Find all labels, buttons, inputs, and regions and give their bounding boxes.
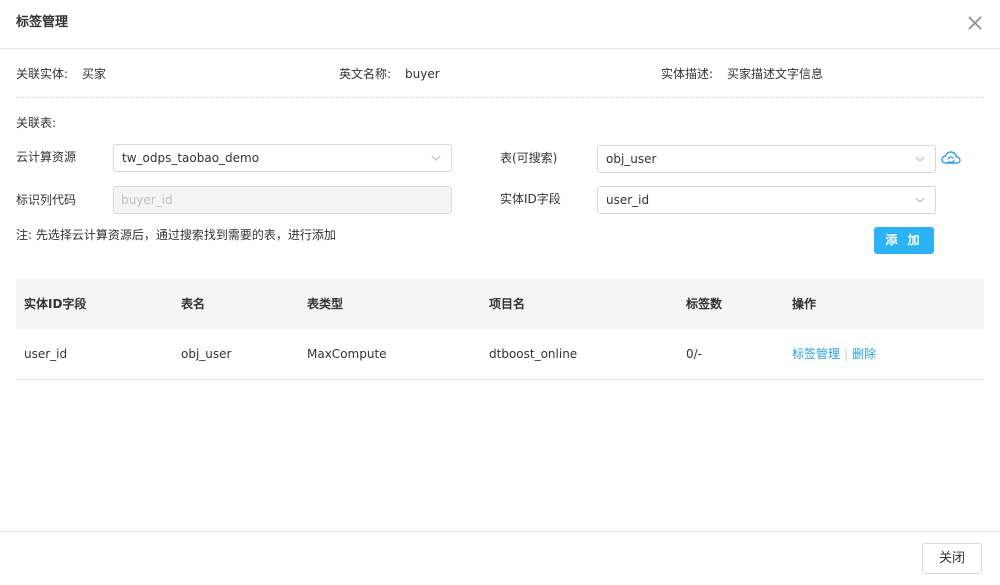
table-header: 实体ID字段 表名 表类型 项目名 标签数 操作: [16, 279, 984, 329]
dialog-footer: 关闭: [0, 531, 1000, 585]
id-code-input: buyer_id: [113, 186, 452, 214]
entity-value: 买家: [82, 67, 107, 81]
entity-desc-value: 买家描述文字信息: [727, 67, 824, 81]
id-code-placeholder: buyer_id: [121, 193, 173, 207]
column-header: 表名: [181, 297, 206, 311]
dialog-header: 标签管理: [0, 0, 1000, 49]
entity-desc-info: 实体描述: 买家描述文字信息: [661, 64, 823, 84]
cloud-resource-value: tw_odps_taobao_demo: [122, 151, 260, 165]
column-header: 项目名: [489, 297, 526, 311]
entity-id-field-label: 实体ID字段: [500, 192, 561, 206]
english-name-value: buyer: [405, 67, 440, 81]
entity-id-field-select[interactable]: user_id: [597, 186, 936, 214]
related-table-label: 关联表:: [16, 116, 57, 130]
entity-desc-label: 实体描述:: [661, 67, 714, 81]
column-header: 表类型: [307, 297, 344, 311]
close-button[interactable]: 关闭: [922, 543, 982, 574]
delete-link[interactable]: 删除: [852, 347, 876, 361]
chevron-down-icon: [431, 155, 441, 161]
dialog-title: 标签管理: [16, 15, 69, 30]
cloud-sync-icon[interactable]: [941, 150, 961, 166]
table-row: user_id obj_user MaxCompute dtboost_onli…: [16, 329, 984, 380]
english-name-info: 英文名称: buyer: [339, 64, 440, 84]
table-search-value: obj_user: [606, 152, 657, 166]
column-header: 实体ID字段: [24, 297, 87, 311]
table-search-select[interactable]: obj_user: [597, 145, 936, 173]
cell-table-type: MaxCompute: [307, 347, 387, 361]
column-header: 操作: [792, 297, 817, 311]
cloud-resource-select[interactable]: tw_odps_taobao_demo: [113, 144, 452, 172]
column-header: 标签数: [686, 297, 723, 311]
separator: |: [844, 347, 849, 361]
tag-management-dialog: 标签管理 关联实体: 买家 英文名称: buyer 实体描述: 买家描述文字信息 关联…: [0, 0, 1000, 585]
cell-tag-count: 0/-: [686, 347, 703, 361]
cell-entity-id-field: user_id: [24, 347, 68, 361]
manage-tags-link[interactable]: 标签管理: [792, 347, 840, 361]
entity-id-field-value: user_id: [606, 193, 650, 207]
english-name-label: 英文名称:: [339, 67, 392, 81]
entity-label: 关联实体:: [16, 67, 69, 81]
table-search-label: 表(可搜索): [500, 151, 558, 165]
add-button[interactable]: 添 加: [874, 227, 934, 254]
dashed-divider: [16, 97, 984, 98]
id-code-label: 标识列代码: [16, 193, 77, 207]
cell-table-name: obj_user: [181, 347, 232, 361]
close-icon[interactable]: [966, 14, 984, 32]
chevron-down-icon: [915, 197, 925, 203]
chevron-down-icon: [915, 156, 925, 162]
hint-note: 注: 先选择云计算资源后，通过搜索找到需要的表，进行添加: [16, 228, 336, 242]
cell-project: dtboost_online: [489, 347, 578, 361]
entity-info: 关联实体: 买家: [16, 64, 106, 84]
cloud-resource-label: 云计算资源: [16, 150, 77, 164]
cell-operations: 标签管理 | 删除: [792, 329, 876, 379]
